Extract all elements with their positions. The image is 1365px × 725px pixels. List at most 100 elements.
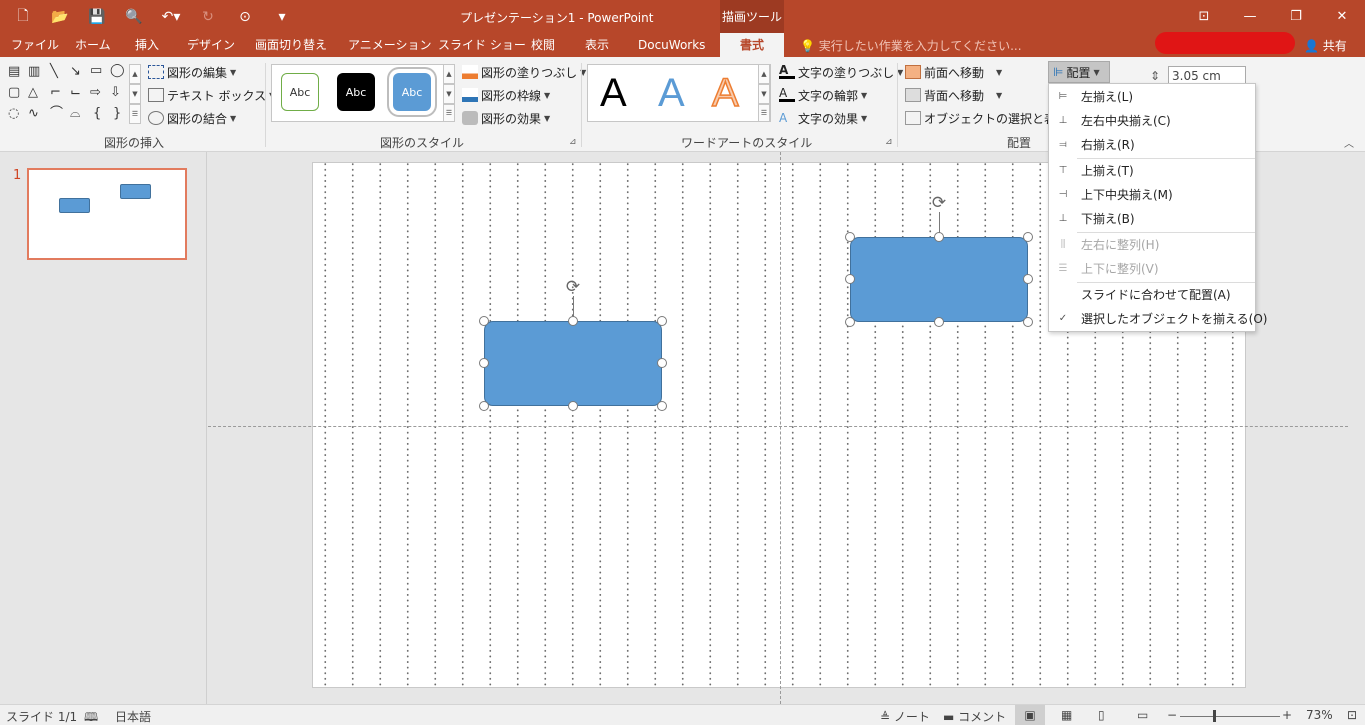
textbox-shape-icon[interactable]: ▤ — [8, 65, 20, 79]
rotate-handle-icon[interactable]: ⟳ — [563, 277, 583, 297]
undo-icon[interactable]: ↶▾ — [156, 0, 186, 33]
print-preview-icon[interactable]: 🔍 — [119, 0, 149, 33]
resize-handle[interactable] — [479, 316, 489, 326]
resize-handle[interactable] — [1023, 274, 1033, 284]
rectangle-shape-icon[interactable]: ▭ — [90, 64, 102, 78]
menu-item-align-right[interactable]: ⫤ 右揃え(R) — [1049, 133, 1255, 157]
triangle-shape-icon[interactable]: △ — [28, 86, 38, 100]
zoom-slider-thumb[interactable] — [1213, 710, 1216, 722]
ribbon-display-options-icon[interactable]: ⊡ — [1181, 0, 1227, 33]
line-shape-icon[interactable]: ╲ — [50, 65, 58, 79]
wordart-sample-orange[interactable]: A — [711, 69, 739, 117]
rounded-rectangle-shape-icon[interactable]: ▢ — [8, 86, 20, 100]
tab-insert[interactable]: 挿入 — [135, 33, 159, 57]
resize-handle[interactable] — [845, 232, 855, 242]
reading-view-icon[interactable]: ▯ — [1098, 708, 1105, 722]
rounded-rectangle-shape[interactable] — [484, 321, 662, 406]
collapse-ribbon-icon[interactable]: ︿ — [1344, 135, 1354, 150]
resize-handle[interactable] — [934, 317, 944, 327]
merge-shapes-button[interactable]: 図形の結合 ▼ — [148, 108, 236, 128]
resize-handle[interactable] — [1023, 317, 1033, 327]
tab-transitions[interactable]: 画面切り替え — [255, 33, 327, 57]
tell-me-search[interactable]: 💡 実行したい作業を入力してください... — [800, 37, 1022, 54]
wordart-sample-blue[interactable]: A — [658, 69, 685, 117]
wordart-dialog-launcher-icon[interactable]: ⊿ — [885, 137, 893, 147]
zoom-slider-track[interactable] — [1180, 716, 1280, 717]
new-file-icon[interactable]: 🗋 — [8, 0, 38, 33]
save-icon[interactable]: 💾 — [82, 0, 112, 33]
freeform-shape-icon[interactable]: ◌ — [8, 107, 19, 121]
resize-handle[interactable] — [479, 358, 489, 368]
styles-scroll-up-icon[interactable]: ▲ — [443, 64, 455, 84]
resize-handle[interactable] — [568, 316, 578, 326]
text-box-button[interactable]: テキスト ボックス▼ — [148, 85, 275, 105]
wordart-scroll-up-icon[interactable]: ▲ — [758, 64, 770, 84]
shapes-scroll-down-icon[interactable]: ▼ — [129, 84, 141, 104]
customize-qat-icon[interactable]: ▾ — [267, 0, 297, 33]
resize-handle[interactable] — [1023, 232, 1033, 242]
tab-view[interactable]: 表示 — [585, 33, 609, 57]
connector-shape-icon[interactable]: ⌐ — [50, 86, 61, 100]
menu-item-align-to-slide[interactable]: スライドに合わせて配置(A) — [1049, 283, 1255, 307]
redo-icon[interactable]: ↻ — [193, 0, 223, 33]
zoom-out-icon[interactable]: − — [1167, 708, 1177, 722]
shape-fill-button[interactable]: 図形の塗りつぶし ▼ — [462, 62, 586, 82]
down-arrow-shape-icon[interactable]: ⇩ — [110, 86, 121, 100]
curve-shape-icon[interactable]: ⌒ — [50, 107, 63, 121]
resize-handle[interactable] — [479, 401, 489, 411]
text-fill-button[interactable]: A 文字の塗りつぶし ▼ — [779, 62, 903, 82]
shape-effects-button[interactable]: 図形の効果 ▼ — [462, 108, 550, 128]
tab-review[interactable]: 校閲 — [531, 33, 555, 57]
resize-handle[interactable] — [657, 316, 667, 326]
left-brace-shape-icon[interactable]: { — [93, 107, 101, 121]
slide-thumbnail[interactable] — [27, 168, 187, 260]
rotate-handle-icon[interactable]: ⟳ — [929, 193, 949, 213]
bring-forward-button[interactable]: 前面へ移動 ▼ — [905, 62, 1002, 82]
tab-file[interactable]: ファイル — [11, 33, 59, 57]
menu-item-align-left[interactable]: ⊨ 左揃え(L) — [1049, 85, 1255, 109]
text-effects-button[interactable]: A 文字の効果 ▼ — [779, 108, 867, 128]
elbow-connector-shape-icon[interactable]: ⌙ — [70, 86, 81, 100]
zoom-level[interactable]: 73% — [1306, 708, 1333, 722]
menu-item-align-top[interactable]: ⊤ 上揃え(T) — [1049, 159, 1255, 183]
menu-item-align-bottom[interactable]: ⊥ 下揃え(B) — [1049, 207, 1255, 231]
resize-handle[interactable] — [568, 401, 578, 411]
minimize-icon[interactable]: — — [1227, 0, 1273, 33]
right-arrow-shape-icon[interactable]: ⇨ — [90, 86, 101, 100]
shape-styles-dialog-launcher-icon[interactable]: ⊿ — [569, 137, 577, 147]
menu-item-align-selected-objects[interactable]: ✓ 選択したオブジェクトを揃える(O) — [1049, 307, 1268, 331]
vertical-textbox-shape-icon[interactable]: ▥ — [28, 65, 40, 79]
shapes-gallery[interactable]: ▤ ▥ ╲ ↘ ▭ ◯ ▢ △ ⌐ ⌙ ⇨ ⇩ ◌ ∿ ⌒ ⌓ { } — [6, 64, 132, 124]
style-swatch-black[interactable]: Abc — [337, 73, 375, 111]
oval-shape-icon[interactable]: ◯ — [110, 64, 125, 78]
menu-item-align-middle[interactable]: ⊣ 上下中央揃え(M) — [1049, 183, 1255, 207]
resize-handle[interactable] — [845, 274, 855, 284]
spell-check-icon[interactable]: 🕮 — [84, 708, 98, 725]
shape-outline-button[interactable]: 図形の枠線 ▼ — [462, 85, 550, 105]
tab-docuworks[interactable]: DocuWorks — [638, 33, 705, 57]
open-folder-icon[interactable]: 📂 — [45, 0, 75, 33]
shape-styles-gallery[interactable]: Abc Abc Abc — [271, 64, 453, 122]
text-outline-button[interactable]: A 文字の輪郭 ▼ — [779, 85, 867, 105]
slideshow-view-icon[interactable]: ▭ — [1137, 708, 1148, 722]
tab-animations[interactable]: アニメーション — [348, 33, 432, 57]
selection-pane-button[interactable]: オブジェクトの選択と表示 — [905, 108, 1068, 128]
tab-slideshow[interactable]: スライド ショー — [438, 33, 526, 57]
edit-shape-button[interactable]: 図形の編集 ▼ — [148, 62, 236, 82]
wordart-styles-gallery[interactable]: A A A — [587, 64, 771, 122]
wordart-more-icon[interactable]: ☰ — [758, 104, 770, 122]
restore-icon[interactable]: ❐ — [1273, 0, 1319, 33]
presentation-icon[interactable]: ⊙ — [230, 0, 260, 33]
send-backward-button[interactable]: 背面へ移動 ▼ — [905, 85, 1002, 105]
tab-design[interactable]: デザイン — [187, 33, 235, 57]
tab-format[interactable]: 書式 — [720, 33, 784, 57]
close-icon[interactable]: ✕ — [1319, 0, 1365, 33]
tab-home[interactable]: ホーム — [75, 33, 111, 57]
menu-item-distribute-horizontal[interactable]: ⫼ 左右に整列(H) — [1049, 233, 1255, 257]
share-button[interactable]: 👤 共有 — [1304, 37, 1347, 54]
zoom-in-icon[interactable]: + — [1282, 708, 1292, 722]
account-name-redacted[interactable] — [1155, 32, 1295, 54]
vertical-guide[interactable] — [780, 152, 781, 704]
wordart-scroll-down-icon[interactable]: ▼ — [758, 84, 770, 104]
horizontal-guide[interactable] — [208, 426, 1348, 427]
